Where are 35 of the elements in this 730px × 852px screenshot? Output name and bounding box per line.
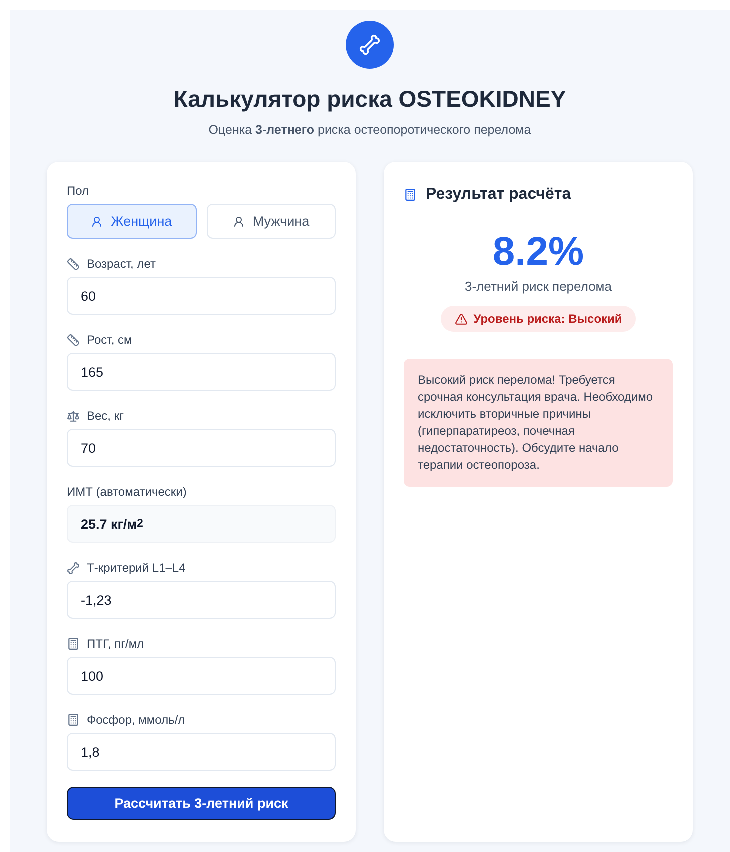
person-icon (91, 216, 104, 228)
calculator-icon (67, 713, 80, 727)
field-label: Возраст, лет (87, 257, 156, 271)
risk-level-badge: Уровень риска: Высокий (440, 306, 636, 332)
person-icon (232, 216, 245, 228)
ruler-icon (67, 258, 80, 270)
field-label: ПТГ, пг/мл (87, 637, 144, 651)
input-field[interactable]: 1,8 (67, 733, 336, 771)
input-field[interactable]: -1,23 (67, 581, 336, 619)
field-label: Вес, кг (87, 409, 124, 423)
result-title: Результат расчёта (426, 186, 572, 204)
calculator-icon (67, 637, 80, 651)
calculate-button[interactable]: Рассчитать 3-летний риск (67, 787, 336, 820)
input-field[interactable]: 70 (67, 429, 336, 467)
sex-option[interactable]: Женщина (67, 204, 196, 239)
field-label: Рост, см (87, 333, 132, 347)
field-label: Т-критерий L1–L4 (87, 561, 186, 575)
field-label: ИМТ (автоматически) (67, 485, 187, 499)
scale-icon (67, 410, 80, 422)
bone-icon (67, 562, 80, 574)
field-label: Фосфор, ммоль/л (87, 713, 186, 727)
input-field[interactable]: 165 (67, 353, 336, 391)
risk-caption: 3-летний риск перелома (464, 279, 613, 294)
input-field[interactable]: 100 (67, 657, 336, 695)
input-field[interactable]: 60 (67, 277, 336, 315)
warning-icon (454, 312, 468, 326)
calculator-icon (404, 188, 417, 202)
ruler-icon (67, 334, 80, 346)
page-title: Калькулятор риска OSTEOKIDNEY (174, 86, 566, 113)
field-label: Пол (67, 184, 90, 198)
sex-option[interactable]: Мужчина (206, 204, 336, 239)
risk-value: 8.2% (492, 230, 586, 275)
page-subtitle: Оценка 3-летнего риска остеопоротического перелома (208, 123, 532, 137)
bone-icon (359, 34, 381, 56)
advice-message: Высокий риск перелома! Требуется срочная консультация врача. Необходимо исключить вторичные причины (гиперпаратиреоз, почечная недостаточность). Обсудите начало терапии остеопороза. (404, 359, 673, 487)
